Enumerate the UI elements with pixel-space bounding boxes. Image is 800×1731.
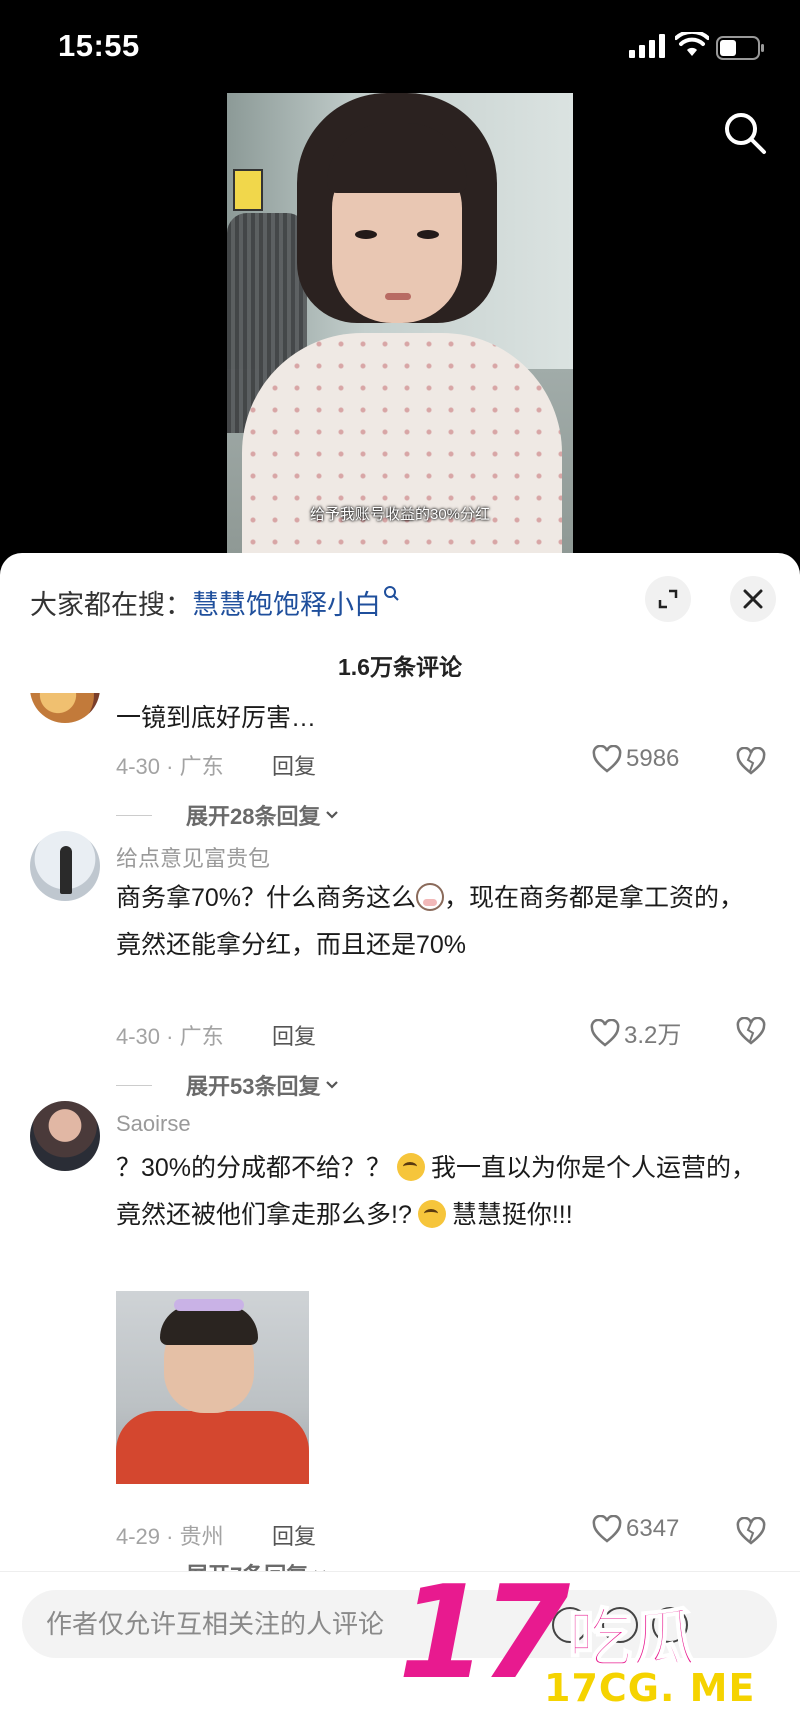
broken-heart-icon[interactable] [736,1017,766,1045]
image-headband [174,1299,244,1311]
signal-icon [629,34,665,58]
crying-emoji-icon [417,1200,446,1228]
broken-heart-icon[interactable] [736,747,766,775]
heart-icon [590,1018,620,1047]
comment-text: 商务拿70%？什么商务这么 ，现在商务都是拿工资的，竟然还能拿分红，而且还是70% [116,875,766,969]
hot-search-prefix: 大家都在搜： [30,590,192,620]
hot-search-term[interactable]: 慧慧饱饱释小白 [192,590,381,620]
like-button[interactable]: 5986 [592,745,679,773]
avatar[interactable] [30,693,100,723]
battery-icon [716,36,764,60]
avatar[interactable] [30,1101,100,1171]
avatar-figure [60,846,72,894]
search-icon[interactable] [722,110,768,156]
eye-roll-emoji-icon [397,1153,426,1181]
avatar[interactable] [30,831,100,901]
status-time: 15:55 [58,28,140,63]
user-name[interactable]: Saoirse [116,1111,191,1137]
video-poster [233,169,263,211]
comment-text-part: 商务拿70%？什么商务这么 [116,884,417,912]
expand-replies[interactable]: 展开53条回复 [116,1069,340,1101]
close-button[interactable] [730,576,776,622]
reply-button[interactable]: 回复 [272,1019,316,1051]
user-name[interactable]: 给点意见富贵包 [116,841,270,873]
expand-replies-label: 展开28条回复 [186,804,321,829]
wifi-icon [675,32,709,56]
video-eye [355,230,377,239]
heart-icon [592,1515,622,1543]
expand-replies-label: 展开53条回复 [186,1074,321,1099]
like-count: 3.2万 [624,1022,682,1049]
reply-button[interactable]: 回复 [272,1519,316,1551]
comment-text-part: ？30%的分成都不给？？ [116,1154,392,1182]
video-player[interactable]: 给予我账号收益的30%分红 [227,93,573,553]
comment-meta: 4-30 · 广东 [116,1024,224,1049]
expand-icon [658,589,678,609]
comment-list[interactable]: 一镜到底好厉害… 4-30 · 广东 回复 5986 展开28条回复 给点意见富… [0,693,800,1571]
search-small-icon [384,586,399,601]
comment-count: 1.6万条评论 [338,654,462,680]
close-icon [743,589,763,609]
broken-heart-icon[interactable] [736,1517,766,1545]
chevron-down-icon [326,811,339,819]
comment-text: 一镜到底好厉害… [116,704,317,732]
video-subtitle: 给予我账号收益的30%分红 [309,506,491,523]
video-eye [417,230,439,239]
status-bar: 15:55 [0,0,800,95]
comment-meta: 4-30 · 广东 [116,754,224,779]
cow-emoji-icon [416,883,445,911]
comment-text: ？30%的分成都不给？？ 我一直以为你是个人运营的，竟然还被他们拿走那么多!? 慧慧… [116,1145,766,1239]
watermark-logo: 17 [398,1559,570,1708]
chevron-down-icon [326,1081,339,1089]
comment-text-part: 慧慧挺你!!! [451,1201,573,1229]
image-shirt [116,1411,309,1484]
hot-search[interactable]: 大家都在搜：慧慧饱饱释小白 [30,583,399,622]
reply-button[interactable]: 回复 [272,749,316,781]
divider [116,1084,152,1086]
comment-meta: 4-29 · 贵州 [116,1524,224,1549]
like-button[interactable]: 3.2万 [590,1015,681,1050]
heart-icon [592,745,622,773]
like-button[interactable]: 6347 [592,1515,679,1543]
expand-replies[interactable]: 展开28条回复 [116,799,340,831]
divider [116,814,152,816]
watermark-url: 17CG. ME [544,1666,756,1710]
expand-replies[interactable]: 展开7条回复 [116,1558,328,1571]
comment-sheet: 大家都在搜：慧慧饱饱释小白 1.6万条评论 一镜到底好厉害… 4-30 · 广东… [0,553,800,1731]
video-mouth [385,293,411,300]
watermark: 17 吃瓜 17CG. ME [398,1570,778,1720]
image-hair [160,1305,258,1345]
expand-replies-label: 展开7条回复 [186,1558,308,1571]
expand-button[interactable] [645,576,691,622]
like-count: 6347 [626,1515,680,1542]
like-count: 5986 [626,745,680,772]
comment-image[interactable] [116,1291,309,1484]
